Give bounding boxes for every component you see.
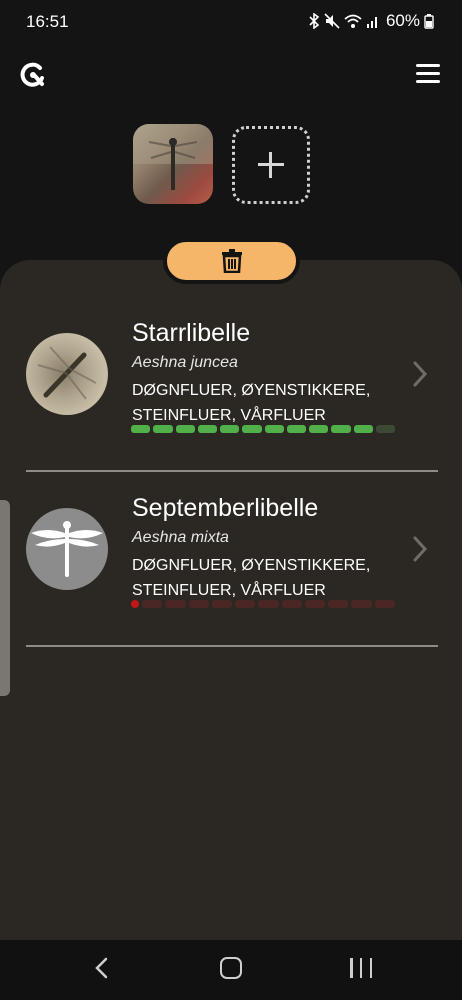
result-item-septemberlibelle[interactable]: Septemberlibelle Aeshna mixta DØGNFLUER,… [24,475,438,647]
species-latin-name: Aeshna mixta [132,529,229,546]
trash-icon [221,249,242,273]
battery-percentage: 60% [385,11,420,30]
dragonfly-photo [133,124,213,190]
result-item-starrlibelle[interactable]: Starrlibelle Aeshna juncea DØGNFLUER, ØY… [24,300,438,472]
species-avatar [26,333,108,415]
divider [26,470,438,472]
status-bar: 16:51 60% [0,0,462,44]
mute-icon [324,13,340,29]
dragonfly-photo [37,346,97,400]
species-group: DØGNFLUER, ØYENSTIKKERE, STEINFLUER, VÅR… [132,557,371,599]
wifi-icon [344,14,362,28]
chevron-right-icon[interactable] [410,535,430,563]
delete-button[interactable] [163,238,300,284]
add-photo-button[interactable] [232,126,310,204]
home-icon[interactable] [220,957,242,979]
species-group: DØGNFLUER, ØYENSTIKKERE, STEINFLUER, VÅR… [132,382,371,424]
status-icons: 60% [308,11,434,31]
system-nav-bar [0,940,462,1000]
bluetooth-icon [309,13,320,29]
back-chevron-icon[interactable] [92,956,112,980]
species-latin-name: Aeshna juncea [132,354,238,371]
species-name: Septemberlibelle [132,494,319,522]
chevron-right-icon[interactable] [410,360,430,388]
photo-thumbnail[interactable] [133,124,213,204]
confidence-bar [131,600,395,608]
circular-logo-icon[interactable] [18,60,48,90]
confidence-bar [131,425,395,433]
signal-icon [366,17,377,28]
battery-icon [424,14,434,29]
recents-icon[interactable] [350,958,372,978]
dragonfly-silhouette-icon [31,521,103,577]
divider [26,645,438,647]
hamburger-menu-icon[interactable] [416,64,440,84]
side-drawer-handle[interactable] [0,500,10,696]
species-avatar [26,508,108,590]
app-bar [0,52,462,98]
species-name: Starrlibelle [132,319,251,347]
status-time: 16:51 [26,12,69,31]
